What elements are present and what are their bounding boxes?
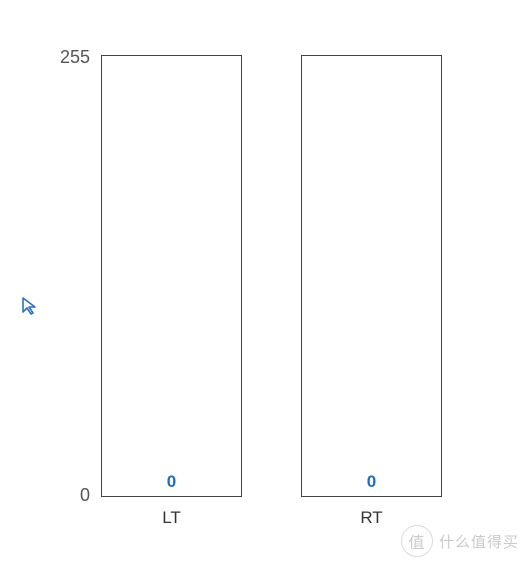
bar-lt: 0 <box>101 55 242 497</box>
watermark-icon: 值 <box>401 525 433 557</box>
bar-rt-value: 0 <box>302 472 441 492</box>
watermark-text: 什么值得买 <box>439 531 519 552</box>
watermark: 值 什么值得买 <box>401 525 519 557</box>
mouse-cursor-icon <box>21 296 41 316</box>
bar-rt: 0 <box>301 55 442 497</box>
y-axis-min-label: 0 <box>20 485 90 506</box>
trigger-chart: 255 0 0 LT 0 RT 值 什么值得买 <box>0 0 525 563</box>
bar-lt-label: LT <box>101 508 242 528</box>
y-axis-max-label: 255 <box>20 47 90 68</box>
bar-lt-value: 0 <box>102 472 241 492</box>
